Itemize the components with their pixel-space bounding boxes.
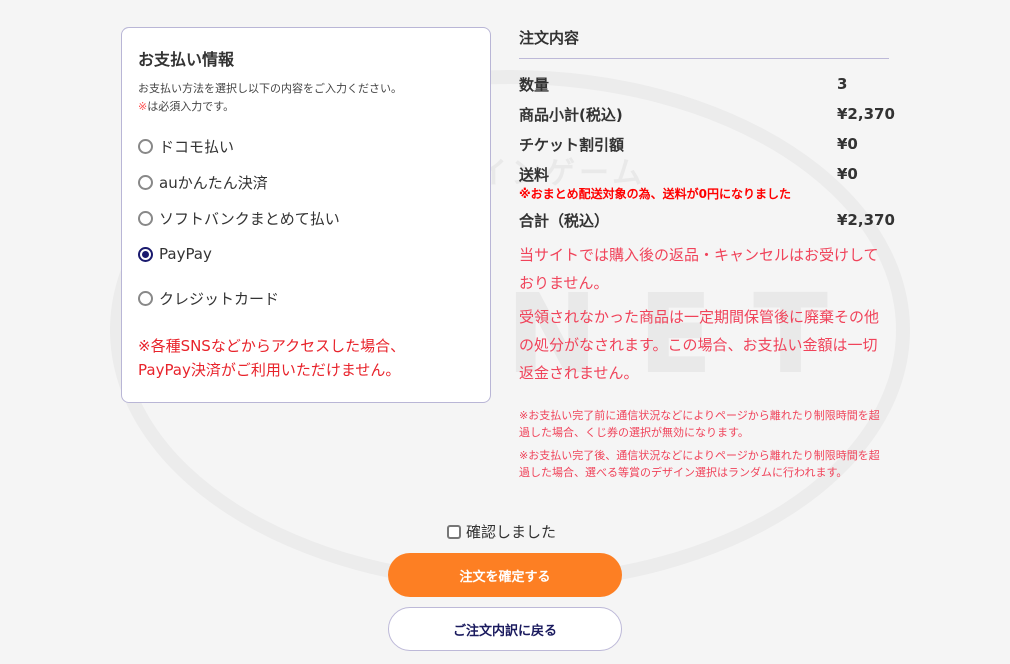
radio-docomo[interactable]: ドコモ払い: [138, 128, 474, 164]
row-value: ¥2,370: [837, 211, 895, 229]
required-note: ※は必須入力です。: [138, 98, 474, 116]
row-total: 合計（税込） ¥2,370: [519, 205, 895, 235]
radio-icon[interactable]: [138, 138, 153, 154]
payment-method-group: ドコモ払い auかんたん決済 ソフトバンクまとめて払い PayPay クレジット…: [138, 128, 474, 316]
radio-credit-card[interactable]: クレジットカード: [138, 280, 474, 316]
radio-label: ソフトバンクまとめて払い: [159, 209, 340, 228]
radio-softbank[interactable]: ソフトバンクまとめて払い: [138, 200, 474, 236]
row-label: 送料: [519, 165, 550, 184]
radio-au[interactable]: auかんたん決済: [138, 164, 474, 200]
row-value: ¥0: [837, 135, 858, 153]
payment-title: お支払い情報: [138, 50, 235, 69]
timeout-note-before: ※お支払い完了前に通信状況などによりページから離れたり制限時間を超過した場合、く…: [519, 409, 880, 439]
confirm-label: 確認しました: [466, 523, 557, 541]
radio-label: クレジットカード: [159, 289, 280, 308]
row-value: ¥2,370: [837, 105, 895, 123]
payment-info-card: お支払い情報 お支払い方法を選択し以下の内容をご入力ください。 ※は必須入力です…: [121, 27, 491, 403]
timeout-note-after: ※お支払い完了後、通信状況などによりページから離れたり制限時間を超過した場合、選…: [519, 449, 880, 479]
radio-icon[interactable]: [138, 210, 153, 226]
row-label: 数量: [519, 75, 550, 94]
row-quantity: 数量 3: [519, 69, 889, 99]
confirm-checkbox[interactable]: 確認しました: [447, 521, 556, 542]
order-title: 注文内容: [519, 27, 889, 59]
required-text: は必須入力です。: [147, 100, 235, 113]
radio-label: ドコモ払い: [159, 137, 235, 156]
row-label: チケット割引額: [519, 135, 625, 154]
checkbox-icon[interactable]: [447, 524, 461, 539]
no-return-notice: 当サイトでは購入後の返品・キャンセルはお受けしておりません。: [519, 246, 879, 292]
confirm-order-button[interactable]: 注文を確定する: [388, 553, 622, 597]
sns-warning-line: PayPay決済がご利用いただけません。: [138, 361, 401, 379]
required-mark: ※: [138, 100, 148, 113]
radio-paypay[interactable]: PayPay: [138, 236, 474, 272]
radio-selected-icon[interactable]: [138, 246, 153, 262]
payment-description: お支払い方法を選択し以下の内容をご入力ください。: [138, 82, 402, 95]
row-value: 3: [837, 75, 848, 93]
disposal-notice: 受領されなかった商品は一定期間保管後に廃棄その他の処分がなされます。この場合、お…: [519, 308, 880, 382]
row-value: ¥0: [837, 165, 858, 183]
row-label: 商品小計(税込): [519, 105, 623, 124]
sns-warning: ※各種SNSなどからアクセスした場合、 PayPay決済がご利用いただけません。: [138, 334, 474, 382]
order-summary: 注文内容 数量 3 商品小計(税込) ¥2,370 チケット割引額 ¥0 送料 ¥0 ※…: [519, 27, 895, 481]
radio-icon[interactable]: [138, 174, 153, 190]
shipping-note: ※おまとめ配送対象の為、送料が0円になりました: [519, 187, 792, 201]
row-ticket-discount: チケット割引額 ¥0: [519, 129, 889, 159]
back-to-details-button[interactable]: ご注文内訳に戻る: [388, 607, 622, 651]
sns-warning-line: ※各種SNSなどからアクセスした場合、: [138, 337, 406, 355]
row-subtotal: 商品小計(税込) ¥2,370: [519, 99, 895, 129]
radio-icon[interactable]: [138, 290, 153, 306]
row-label: 合計（税込）: [519, 211, 610, 230]
radio-label: PayPay: [159, 245, 212, 263]
radio-label: auかんたん決済: [159, 173, 268, 192]
